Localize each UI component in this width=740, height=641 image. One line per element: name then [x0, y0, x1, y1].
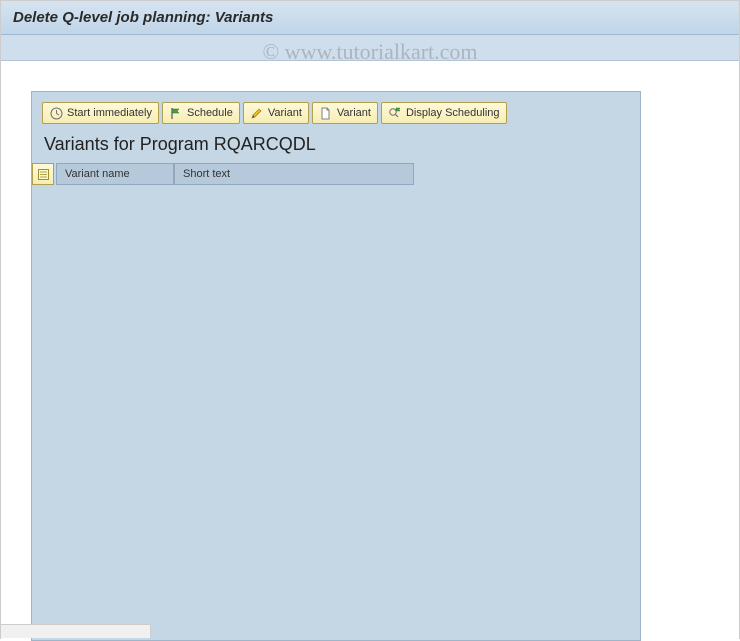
section-heading: Variants for Program RQARCQDL — [32, 130, 640, 163]
table-header-row: Variant name Short text — [32, 163, 640, 185]
page-title: Delete Q-level job planning: Variants — [13, 9, 727, 26]
toolbar: Start immediately Schedule — [32, 92, 640, 130]
footer-tab — [1, 624, 151, 638]
document-icon — [319, 106, 333, 120]
title-bar: Delete Q-level job planning: Variants — [1, 1, 739, 35]
variant-new-button[interactable]: Variant — [312, 102, 378, 124]
variant-edit-button[interactable]: Variant — [243, 102, 309, 124]
button-label: Schedule — [187, 107, 233, 119]
select-icon — [37, 168, 50, 181]
start-immediately-button[interactable]: Start immediately — [42, 102, 159, 124]
content-area: Start immediately Schedule — [1, 61, 739, 640]
clock-icon — [49, 106, 63, 120]
select-all-button[interactable] — [32, 163, 54, 185]
display-scheduling-button[interactable]: Display Scheduling — [381, 102, 507, 124]
pencil-icon — [250, 106, 264, 120]
column-header-short-text[interactable]: Short text — [174, 163, 414, 185]
search-flag-icon — [388, 106, 402, 120]
main-panel: Start immediately Schedule — [31, 91, 641, 641]
sub-bar — [1, 35, 739, 61]
flag-icon — [169, 106, 183, 120]
button-label: Start immediately — [67, 107, 152, 119]
button-label: Variant — [268, 107, 302, 119]
button-label: Display Scheduling — [406, 107, 500, 119]
schedule-button[interactable]: Schedule — [162, 102, 240, 124]
column-header-variant-name[interactable]: Variant name — [56, 163, 174, 185]
button-label: Variant — [337, 107, 371, 119]
